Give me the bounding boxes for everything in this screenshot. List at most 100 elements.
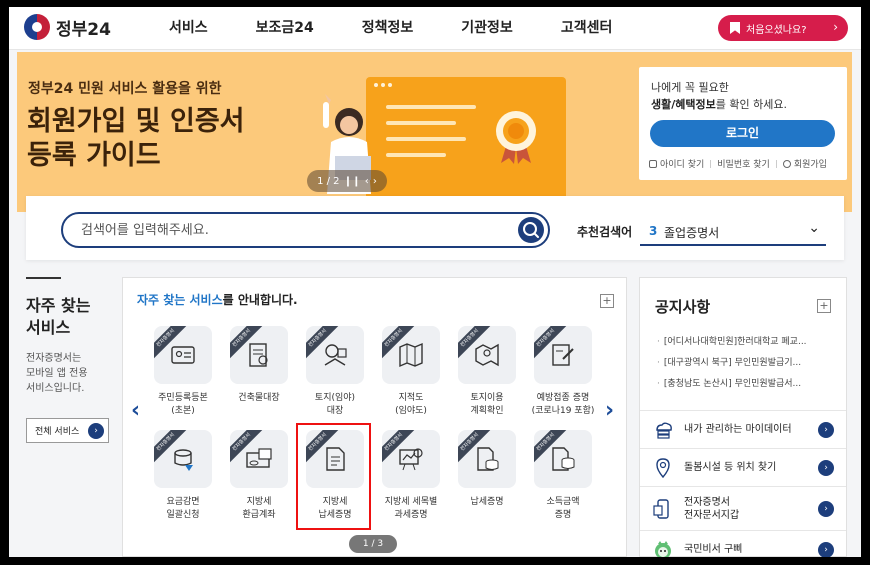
quick-link-label: 내가 관리하는 마이데이터: [684, 424, 792, 435]
service-item[interactable]: 전자증명서 요금감면 일괄신청: [145, 430, 221, 522]
notice-item[interactable]: [대구광역시 북구] 무인민원발급기...: [657, 353, 837, 374]
id-card-icon: [171, 346, 195, 364]
arrow-right-icon: ›: [818, 460, 834, 476]
service-card[interactable]: 전자증명서: [534, 430, 592, 488]
all-services-label: 전체 서비스: [35, 427, 80, 437]
chevron-right-icon[interactable]: ›: [373, 176, 377, 187]
site-logo[interactable]: 정부24: [24, 14, 111, 40]
services-page-indicator[interactable]: 1 / 3: [349, 535, 397, 553]
nav-item-services[interactable]: 서비스: [169, 7, 208, 50]
nav-item-agency-info[interactable]: 기관정보: [461, 7, 513, 50]
service-card[interactable]: 전자증명서: [154, 430, 212, 488]
service-card[interactable]: 전자증명서: [458, 326, 516, 384]
login-card: 나에게 꼭 필요한 생활/혜택정보를 확인 하세요. 로그인 아이디 찾기 비밀…: [639, 67, 847, 180]
arrow-right-icon: ›: [818, 422, 834, 438]
lock-icon: [649, 159, 657, 168]
service-item[interactable]: 전자증명서 토지이용 계획확인: [449, 326, 525, 418]
nav-item-subsidy24[interactable]: 보조금24: [256, 7, 314, 50]
service-item[interactable]: 전자증명서예방접종 증명 (코로나19 포함): [525, 326, 601, 418]
service-label-line2: 환급계좌: [242, 510, 276, 520]
service-label: 소득금액 증명: [525, 496, 601, 522]
login-button[interactable]: 로그인: [650, 120, 835, 147]
service-label-line1: 토지(임야): [314, 393, 356, 403]
description-line1: 전자증명서는: [26, 353, 82, 364]
banner-pager[interactable]: 1 / 2 ❙❙ ‹ ›: [307, 170, 387, 192]
mobile-document-icon: [653, 498, 669, 519]
service-label-line1: 예방접종 증명: [536, 393, 590, 403]
description-line3: 서비스입니다.: [26, 383, 85, 394]
first-visit-button[interactable]: 처음오셨나요? ›: [718, 15, 848, 41]
pause-icon[interactable]: ❙❙: [344, 176, 361, 187]
recommended-keyword[interactable]: 졸업증명서: [664, 224, 719, 241]
all-services-button[interactable]: 전체 서비스 ›: [26, 418, 109, 443]
service-label-line2: (코로나19 포함): [531, 406, 595, 416]
search-button[interactable]: [518, 217, 544, 243]
site-header: 정부24 서비스 보조금24 정책정보 기관정보 고객센터 처음오셨나요? ›: [9, 7, 861, 50]
service-item[interactable]: 전자증명서지방세환급계좌: [221, 430, 297, 522]
more-plus-icon[interactable]: +: [817, 299, 831, 313]
more-plus-icon[interactable]: +: [600, 294, 614, 308]
nav-item-customer-center[interactable]: 고객센터: [561, 7, 613, 50]
main-navigation: 서비스 보조금24 정책정보 기관정보 고객센터: [169, 7, 660, 50]
section-title: 자주 찾는 서비스: [26, 295, 121, 339]
quick-link-mydata[interactable]: 내가 관리하는 마이데이터 ›: [640, 410, 846, 448]
carousel-prev-button[interactable]: ‹: [131, 398, 140, 423]
tax-payment-icon: [477, 447, 499, 471]
tax-refund-icon: [246, 448, 272, 468]
signup-link[interactable]: 회원가입: [794, 157, 827, 170]
service-label: 지적도 (임야도): [373, 392, 449, 418]
service-card[interactable]: 전자증명서: [458, 430, 516, 488]
notice-panel: 공지사항 + [어디서나대학민원]한러대학교 폐교... [대구광역시 북구] …: [639, 277, 847, 557]
search-icon: [523, 222, 539, 238]
service-card[interactable]: 전자증명서: [306, 326, 364, 384]
find-id-link[interactable]: 아이디 찾기: [660, 157, 704, 170]
service-label: 건축물대장: [221, 392, 297, 405]
bookmark-icon: [730, 22, 740, 34]
service-card[interactable]: 전자증명서: [230, 326, 288, 384]
arrow-right-icon: ›: [88, 423, 104, 439]
income-doc-icon: [552, 447, 575, 471]
quick-link-label: 돌봄시설 등 위치 찾기: [684, 462, 777, 473]
cadastral-map-icon: [399, 342, 423, 368]
notice-item[interactable]: [충청남도 논산시] 무인민원발급서...: [657, 374, 837, 395]
services-heading-highlight: 자주 찾는 서비스: [137, 293, 223, 307]
quick-link-care-facilities[interactable]: 돌봄시설 등 위치 찾기 ›: [640, 448, 846, 486]
service-label: 토지(임야) 대장: [297, 392, 373, 418]
quick-link-e-wallet[interactable]: 전자증명서 전자문서지갑 ›: [640, 486, 846, 530]
service-label: 예방접종 증명 (코로나19 포함): [525, 392, 601, 418]
chevron-left-icon[interactable]: ‹: [365, 176, 369, 187]
service-card[interactable]: 전자증명서: [534, 326, 592, 384]
notice-item[interactable]: [어디서나대학민원]한러대학교 폐교...: [657, 332, 837, 353]
first-visit-label: 처음오셨나요?: [746, 24, 807, 36]
banner-title: 회원가입 및 인증서 등록 가이드: [27, 105, 245, 173]
service-label-line2: 과세증명: [394, 510, 428, 520]
divider: [26, 277, 61, 279]
service-item[interactable]: 전자증명서소득금액 증명: [525, 430, 601, 522]
service-label-line2: 계획확인: [470, 406, 504, 416]
login-prompt-line2: 생활/혜택정보를 확인 하세요.: [651, 96, 787, 112]
nav-item-policy-info[interactable]: 정책정보: [362, 7, 414, 50]
carousel-next-button[interactable]: ›: [605, 398, 614, 423]
recommended-keywords-dropdown[interactable]: 3 졸업증명서 ⌄: [640, 218, 826, 246]
service-item[interactable]: 전자증명서건축물대장: [221, 326, 297, 405]
find-password-link[interactable]: 비밀번호 찾기: [717, 157, 770, 170]
service-card[interactable]: 전자증명서: [154, 326, 212, 384]
service-card[interactable]: 전자증명서: [382, 326, 440, 384]
chevron-right-icon: ›: [833, 20, 838, 34]
service-label-line1: 납세증명: [470, 497, 504, 507]
service-item[interactable]: 전자증명서지적도 (임야도): [373, 326, 449, 418]
service-label: 지방세 세목별 과세증명: [373, 496, 449, 522]
service-item[interactable]: 전자증명서납세증명: [449, 430, 525, 509]
service-card[interactable]: 전자증명서: [382, 430, 440, 488]
quick-link-national-secretary[interactable]: 국민비서 구삐 ›: [640, 530, 846, 557]
service-item[interactable]: 전자증명서토지(임야) 대장: [297, 326, 373, 418]
service-label-line1: 지방세: [246, 497, 272, 507]
login-prompt-bold: 생활/혜택정보: [651, 98, 716, 111]
service-item[interactable]: 전자증명서 주민등록등본 (초본): [145, 326, 221, 418]
search-input[interactable]: [81, 220, 481, 240]
service-item[interactable]: 전자증명서지방세 세목별 과세증명: [373, 430, 449, 522]
login-prompt-rest: 를 확인 하세요.: [715, 98, 787, 111]
service-card[interactable]: 전자증명서: [230, 430, 288, 488]
chevron-down-icon[interactable]: ⌄: [808, 220, 820, 236]
account-links: 아이디 찾기 비밀번호 찾기 회원가입: [649, 157, 827, 170]
